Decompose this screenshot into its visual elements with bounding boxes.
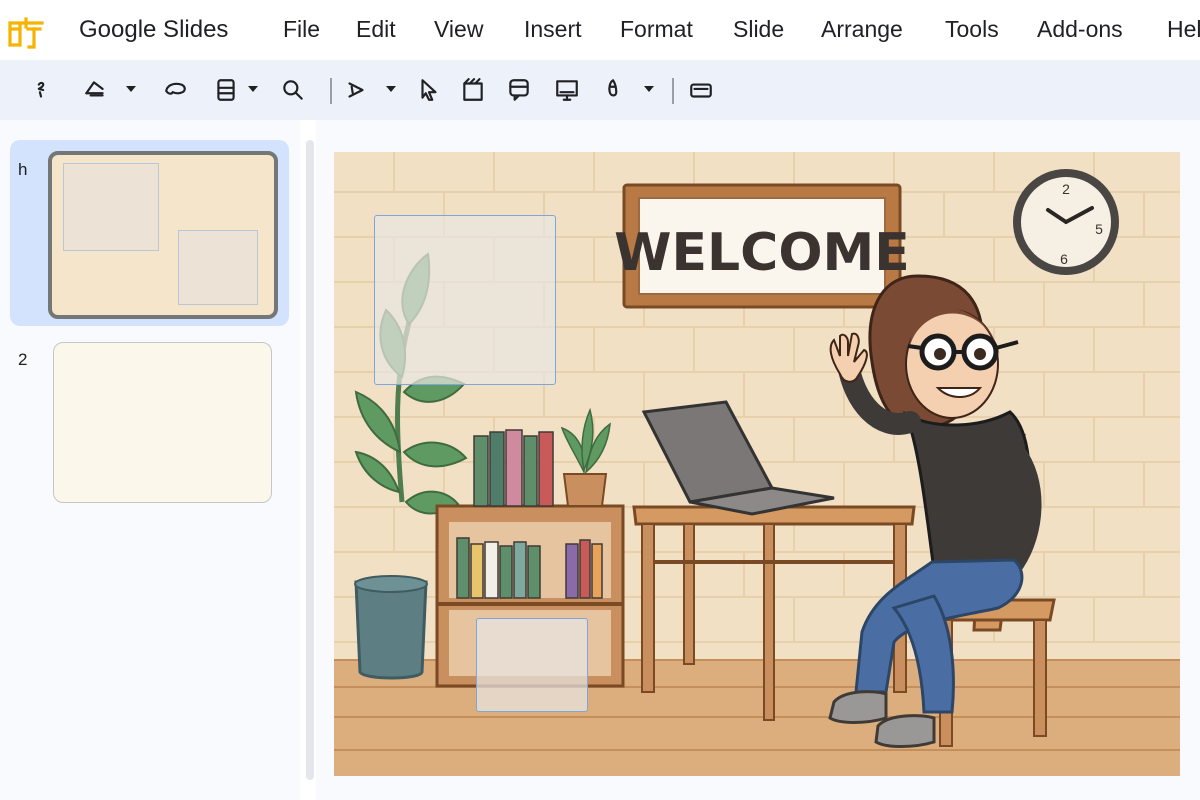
- menu-help[interactable]: Help: [1167, 16, 1200, 43]
- clock-number: 6: [1060, 251, 1068, 267]
- menu-addons[interactable]: Add-ons: [1037, 16, 1123, 43]
- toolbar-divider: [330, 78, 332, 104]
- layout-icon[interactable]: [211, 75, 241, 105]
- clock-number: 5: [1095, 221, 1103, 237]
- layout-dropdown-caret[interactable]: [248, 86, 258, 92]
- line-dropdown-caret[interactable]: [386, 86, 396, 92]
- brush-icon[interactable]: [598, 75, 628, 105]
- clapper-icon[interactable]: [458, 75, 488, 105]
- line-icon[interactable]: [341, 75, 371, 105]
- menu-bar: Google Slides File Edit View Insert Form…: [0, 0, 1200, 60]
- slide-number-1: h: [18, 160, 28, 179]
- slide-number-2: 2: [18, 350, 28, 369]
- menu-file[interactable]: File: [283, 16, 320, 43]
- lasso-icon[interactable]: [160, 75, 190, 105]
- caption-icon[interactable]: [686, 75, 716, 105]
- slide-thumbnail-1[interactable]: [48, 151, 278, 319]
- shape-dropdown-caret[interactable]: [126, 86, 136, 92]
- menu-view[interactable]: View: [434, 16, 483, 43]
- welcome-sign-text: WELCOME: [614, 223, 910, 283]
- menu-format[interactable]: Format: [620, 16, 693, 43]
- image-placeholder-box[interactable]: [374, 215, 556, 385]
- toolbar: [0, 60, 1200, 163]
- slide-canvas[interactable]: WELCOME 2 5 6: [334, 152, 1180, 776]
- select-arrow-icon[interactable]: [414, 75, 444, 105]
- thumbnail-placeholder: [63, 163, 159, 251]
- thumbnail-placeholder: [178, 230, 258, 305]
- search-icon[interactable]: [278, 75, 308, 105]
- menu-tools[interactable]: Tools: [945, 16, 999, 43]
- menu: File Edit View Insert Format Slide Arran…: [0, 16, 1200, 46]
- clock-number: 2: [1062, 181, 1070, 197]
- menu-arrange[interactable]: Arrange: [821, 16, 903, 43]
- brush-dropdown-caret[interactable]: [644, 86, 654, 92]
- filmstrip-scrollbar[interactable]: [306, 140, 314, 780]
- present-icon[interactable]: [552, 75, 582, 105]
- slide-thumbnail-2[interactable]: [53, 342, 272, 503]
- menu-slide[interactable]: Slide: [733, 16, 784, 43]
- shape-icon[interactable]: [80, 75, 110, 105]
- paint-format-icon[interactable]: [26, 75, 56, 105]
- toolbar-divider: [672, 78, 674, 104]
- image-placeholder-box[interactable]: [476, 618, 588, 712]
- comment-icon[interactable]: [504, 75, 534, 105]
- menu-insert[interactable]: Insert: [524, 16, 582, 43]
- menu-edit[interactable]: Edit: [356, 16, 396, 43]
